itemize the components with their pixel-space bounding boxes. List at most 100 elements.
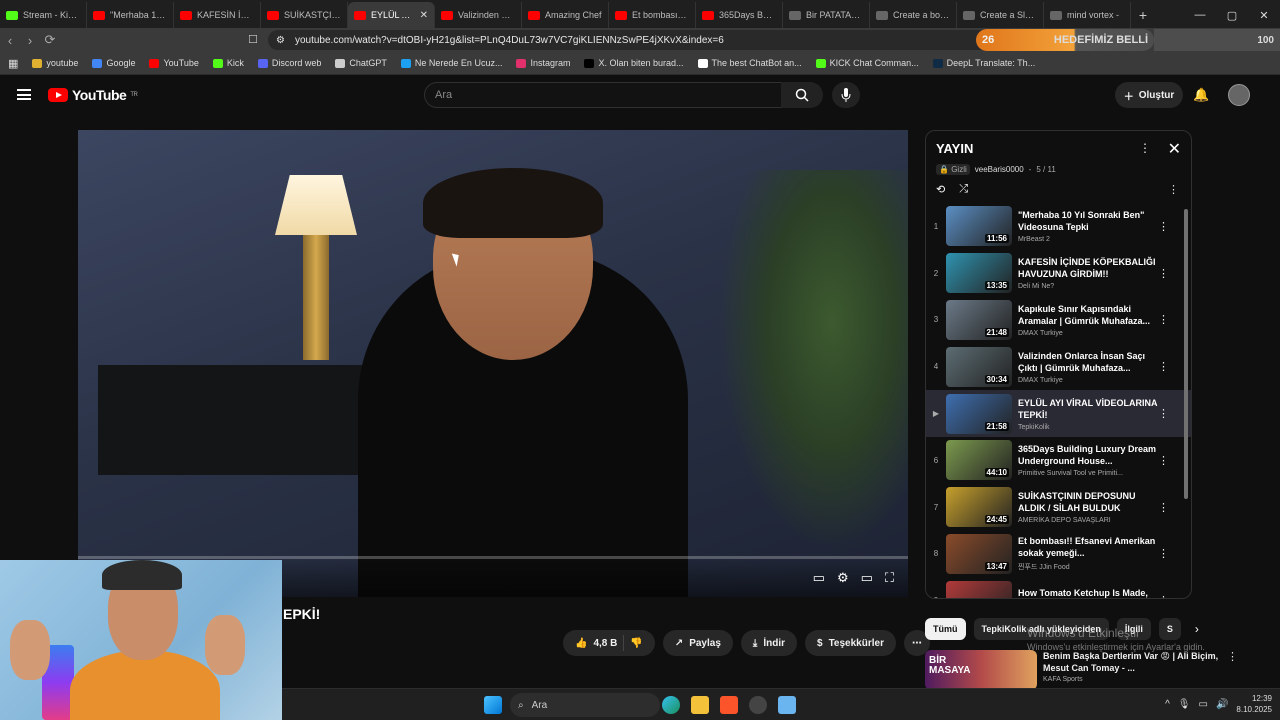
playlist-scrollbar[interactable]: [1184, 209, 1188, 499]
browser-tab[interactable]: Create a boisse: [870, 2, 957, 28]
stream-goal-extension[interactable]: 26 HEDEFİMİZ BELLİ: [976, 29, 1154, 51]
chip-related[interactable]: İlgili: [1116, 618, 1151, 640]
subtitles-icon[interactable]: ▭: [813, 570, 825, 586]
menu-icon[interactable]: [17, 89, 31, 100]
playlist-item-more-icon[interactable]: ⋮: [1158, 501, 1169, 514]
windows-start-icon[interactable]: [484, 696, 502, 714]
playlist-item[interactable]: 7 24:45 SUİKASTÇININ DEPOSUNU ALDIK / SİLA…: [926, 484, 1191, 531]
like-icon[interactable]: 👍: [575, 638, 587, 649]
search-input[interactable]: Ara: [424, 82, 782, 108]
browser-tab[interactable]: EYLÜL AYI ✕: [348, 2, 435, 28]
browser-tab[interactable]: Stream - Kick D: [0, 2, 87, 28]
settings-gear-icon[interactable]: ⚙: [837, 570, 849, 586]
taskbar-search[interactable]: ⌕ Ara: [510, 693, 660, 717]
new-tab-icon[interactable]: +: [1131, 2, 1155, 28]
playlist-item[interactable]: 8 13:47 Et bombası!! Efsanevi Amerikan sok…: [926, 531, 1191, 578]
apps-grid-icon[interactable]: ▦: [8, 57, 18, 70]
url-field[interactable]: ⚙ youtube.com/watch?v=dtOBI-yH21g&list=P…: [268, 30, 998, 50]
bookmark-item[interactable]: KICK Chat Comman...: [815, 58, 919, 68]
reload-icon[interactable]: ⟳: [40, 32, 60, 48]
notifications-bell-icon[interactable]: 🔔: [1193, 87, 1209, 103]
obs-icon[interactable]: [749, 696, 767, 714]
playlist-item[interactable]: 9 How Tomato Ketchup Is Made, Tomato Harv…: [926, 577, 1191, 598]
playlist-item-more-icon[interactable]: ⋮: [1158, 407, 1169, 420]
browser-tab[interactable]: Amazing Chef: [522, 2, 609, 28]
recommendation-item[interactable]: BİR MASAYA Benim Başka Dertlerim Var 😡 |…: [925, 650, 1265, 690]
playlist-item-more-icon[interactable]: ⋮: [1158, 454, 1169, 467]
browser-tab[interactable]: mind vortex -: [1044, 2, 1131, 28]
back-icon[interactable]: ‹: [0, 33, 20, 48]
playlist-item[interactable]: 1 11:56 "Merhaba 10 Yıl Sonraki Ben" Video…: [926, 203, 1191, 250]
chip-more[interactable]: S: [1158, 618, 1181, 640]
bookmark-item[interactable]: Instagram: [516, 58, 570, 68]
loop-icon[interactable]: ⟲: [936, 183, 945, 196]
bookmark-item[interactable]: ChatGPT: [335, 58, 387, 68]
playlist-item[interactable]: 4 30:34 Valizinden Onlarca İnsan Saçı Çıkt…: [926, 343, 1191, 390]
tray-chevron-icon[interactable]: ^: [1165, 699, 1170, 710]
edge-icon[interactable]: [662, 696, 680, 714]
fullscreen-icon[interactable]: ⛶: [885, 570, 894, 586]
close-icon[interactable]: ✕: [1168, 139, 1181, 159]
file-explorer-icon[interactable]: [691, 696, 709, 714]
browser-tab[interactable]: "Merhaba 10 Y: [87, 2, 174, 28]
playlist-item-more-icon[interactable]: ⋮: [1158, 594, 1169, 598]
playlist-item[interactable]: 6 44:10 365Days Building Luxury Dream Unde…: [926, 437, 1191, 484]
window-close-icon[interactable]: ✕: [1248, 2, 1280, 28]
chip-all[interactable]: Tümü: [925, 618, 966, 640]
tab-close-icon[interactable]: ✕: [420, 10, 428, 21]
brave-browser-icon[interactable]: [720, 696, 738, 714]
playlist-item-more-icon[interactable]: ⋮: [1158, 267, 1169, 280]
playlist-more-icon[interactable]: ⋮: [1139, 141, 1151, 155]
browser-tab[interactable]: Create a Sleep: [957, 2, 1044, 28]
bookmark-item[interactable]: Discord web: [257, 58, 321, 68]
like-count[interactable]: 4,8 B: [593, 638, 617, 649]
clock[interactable]: 12:39 8.10.2025: [1236, 693, 1272, 715]
volume-icon[interactable]: 🔊: [1216, 699, 1228, 710]
minimize-icon[interactable]: —: [1184, 2, 1216, 28]
bookmark-item[interactable]: X. Olan biten burad...: [584, 58, 684, 68]
bookmark-item[interactable]: youtube: [32, 58, 78, 68]
playlist-options-icon[interactable]: ⋮: [1168, 183, 1179, 196]
maximize-icon[interactable]: ▢: [1216, 2, 1248, 28]
forward-icon[interactable]: ›: [20, 33, 40, 48]
playlist-item-more-icon[interactable]: ⋮: [1158, 220, 1169, 233]
microphone-tray-icon[interactable]: 🎙: [1178, 699, 1191, 710]
bookmark-item[interactable]: The best ChatBot an...: [697, 58, 802, 68]
browser-tab[interactable]: SUİKASTÇININ: [261, 2, 348, 28]
download-button[interactable]: ⤓ İndir: [740, 630, 797, 656]
youtube-logo[interactable]: YouTube TR: [48, 87, 138, 103]
search-button[interactable]: [781, 82, 823, 108]
bookmark-item[interactable]: Google: [92, 58, 135, 68]
bookmark-item[interactable]: Ne Nerede En Ucuz...: [400, 58, 502, 68]
bookmark-item[interactable]: Kick: [212, 58, 244, 68]
playlist-item-more-icon[interactable]: ⋮: [1158, 547, 1169, 560]
browser-tab[interactable]: KAFESİN İÇİND: [174, 2, 261, 28]
bookmark-item[interactable]: YouTube: [149, 58, 199, 68]
dislike-icon[interactable]: 👎: [630, 638, 642, 649]
notepad-icon[interactable]: [778, 696, 796, 714]
extensions-area[interactable]: 100: [1154, 29, 1280, 51]
playlist-item[interactable]: 2 13:35 KAFESİN İÇİNDE KÖPEKBALIĞI HAVUZUN…: [926, 250, 1191, 297]
browser-tab[interactable]: Valizinden Onla: [435, 2, 522, 28]
site-info-icon[interactable]: ⚙: [276, 35, 285, 46]
chip-uploader[interactable]: TepkiKolik adlı yükleyiciden: [973, 618, 1109, 640]
share-button[interactable]: ↗ Paylaş: [662, 630, 733, 656]
browser-tab[interactable]: Bir PATATAS FR: [783, 2, 870, 28]
theater-mode-icon[interactable]: ▭: [861, 570, 873, 586]
playlist-item[interactable]: ▶ 21:58 EYLÜL AYI VİRAL VİDEOLARINA TEPKİ!…: [926, 390, 1191, 437]
recommendation-more-icon[interactable]: ⋮: [1227, 650, 1238, 690]
account-avatar[interactable]: [1228, 84, 1250, 106]
playlist-item[interactable]: 3 21:48 Kapıkule Sınır Kapısındaki Aramala…: [926, 297, 1191, 344]
chevron-right-icon[interactable]: ›: [1195, 622, 1199, 636]
bookmark-item[interactable]: DeepL Translate: Th...: [932, 58, 1035, 68]
network-icon[interactable]: ▭: [1199, 699, 1208, 710]
thanks-button[interactable]: $ Teşekkürler: [805, 630, 896, 656]
playlist-owner[interactable]: veeBaris0000: [975, 165, 1024, 174]
shuffle-icon[interactable]: ⤮: [959, 183, 968, 196]
bookmark-star-icon[interactable]: ☐: [248, 33, 258, 46]
playlist-item-more-icon[interactable]: ⋮: [1158, 360, 1169, 373]
video-player[interactable]: ▭ ⚙ ▭ ⛶: [78, 130, 908, 597]
playlist-item-more-icon[interactable]: ⋮: [1158, 313, 1169, 326]
browser-tab[interactable]: 365Days Buildi: [696, 2, 783, 28]
voice-search-button[interactable]: [832, 82, 860, 108]
